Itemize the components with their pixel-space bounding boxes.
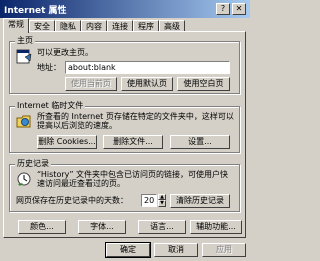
use-blank-page-button[interactable]: 使用空白页 <box>177 77 230 91</box>
title-bar: Internet 属性 ? ✕ <box>0 0 250 18</box>
ok-button[interactable]: 确定 <box>105 242 151 258</box>
history-days-label: 网页保存在历史记录中的天数： <box>16 196 128 205</box>
home-legend: 主页 <box>15 35 35 46</box>
tab-general[interactable]: 常规 <box>3 18 29 33</box>
temp-files-description-line2: 提高以后浏览的速度。 <box>37 121 117 130</box>
apply-button[interactable]: 应用 <box>202 243 246 257</box>
use-default-page-button[interactable]: 使用默认页 <box>121 77 173 91</box>
fonts-button[interactable]: 字体... <box>78 220 126 234</box>
history-group: 历史记录 “History” 文件夹中包含已访问页的链接，可使用户快 速访问最近… <box>9 158 240 212</box>
clear-history-button[interactable]: 清除历史记录 <box>170 194 230 208</box>
accessibility-button[interactable]: 辅助功能... <box>190 220 242 234</box>
home-description: 可以更改主页。 <box>37 48 93 57</box>
help-button[interactable]: ? <box>216 3 230 15</box>
history-description-line2: 速访问最近查看过的页。 <box>37 179 125 188</box>
history-legend: 历史记录 <box>15 158 51 169</box>
history-days-input[interactable]: 20 <box>141 194 157 207</box>
languages-button[interactable]: 语言... <box>138 220 186 234</box>
address-label: 地址： <box>37 63 61 72</box>
general-panel: 主页 可以更改主页。 地址： about:blank 使用当前页 使用默认页 使… <box>3 31 246 238</box>
temp-files-legend: Internet 临时文件 <box>15 100 86 111</box>
history-icon <box>17 172 31 186</box>
temp-files-group: Internet 临时文件 所查看的 Internet 页存储在特定的文件夹中，… <box>9 100 240 153</box>
temp-files-settings-button[interactable]: 设置... <box>170 135 230 149</box>
home-page-group: 主页 可以更改主页。 地址： about:blank 使用当前页 使用默认页 使… <box>9 35 240 94</box>
history-days-spinner[interactable]: ▲ ▼ <box>158 194 166 207</box>
colors-button[interactable]: 颜色... <box>18 220 66 234</box>
delete-cookies-button[interactable]: 删除 Cookies... <box>37 135 97 149</box>
delete-files-button[interactable]: 删除文件... <box>103 135 163 149</box>
home-page-icon <box>16 49 32 64</box>
window-title: Internet 属性 <box>4 6 67 16</box>
cancel-button[interactable]: 取消 <box>154 243 198 257</box>
spin-down-icon[interactable]: ▼ <box>158 200 166 207</box>
home-address-input[interactable]: about:blank <box>65 61 230 74</box>
close-button[interactable]: ✕ <box>232 3 246 15</box>
folder-globe-icon <box>16 115 31 128</box>
use-current-page-button[interactable]: 使用当前页 <box>65 77 117 91</box>
